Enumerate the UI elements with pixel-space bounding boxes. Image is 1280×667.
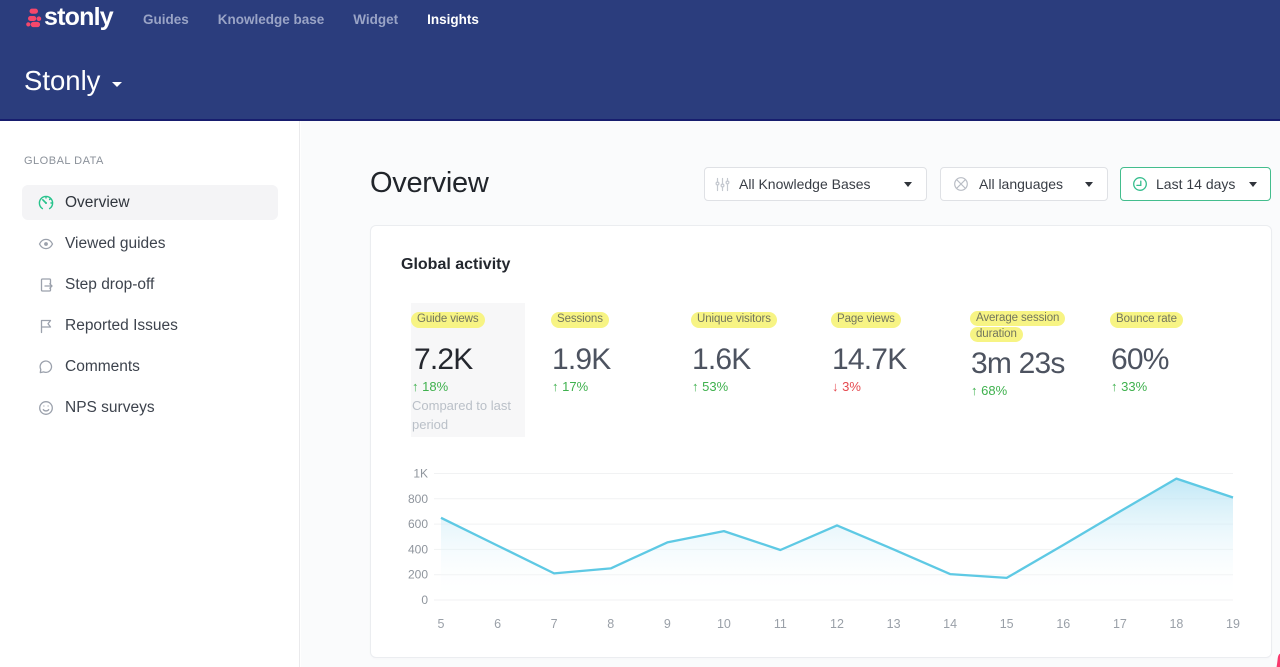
svg-text:0: 0 — [421, 593, 428, 607]
svg-text:19: 19 — [1226, 617, 1240, 631]
svg-text:7: 7 — [551, 617, 558, 631]
svg-text:18: 18 — [1169, 617, 1183, 631]
svg-text:17: 17 — [1113, 617, 1127, 631]
svg-text:800: 800 — [408, 492, 428, 506]
svg-text:16: 16 — [1056, 617, 1070, 631]
svg-text:10: 10 — [717, 617, 731, 631]
svg-text:600: 600 — [408, 517, 428, 531]
svg-text:11: 11 — [774, 617, 787, 631]
svg-text:15: 15 — [1000, 617, 1014, 631]
svg-text:12: 12 — [830, 617, 844, 631]
svg-text:8: 8 — [607, 617, 614, 631]
svg-text:13: 13 — [887, 617, 901, 631]
svg-text:400: 400 — [408, 542, 428, 556]
svg-text:1K: 1K — [413, 467, 428, 481]
svg-text:6: 6 — [494, 617, 501, 631]
svg-text:200: 200 — [408, 568, 428, 582]
svg-text:9: 9 — [664, 617, 671, 631]
svg-text:14: 14 — [943, 617, 957, 631]
svg-text:5: 5 — [438, 617, 445, 631]
